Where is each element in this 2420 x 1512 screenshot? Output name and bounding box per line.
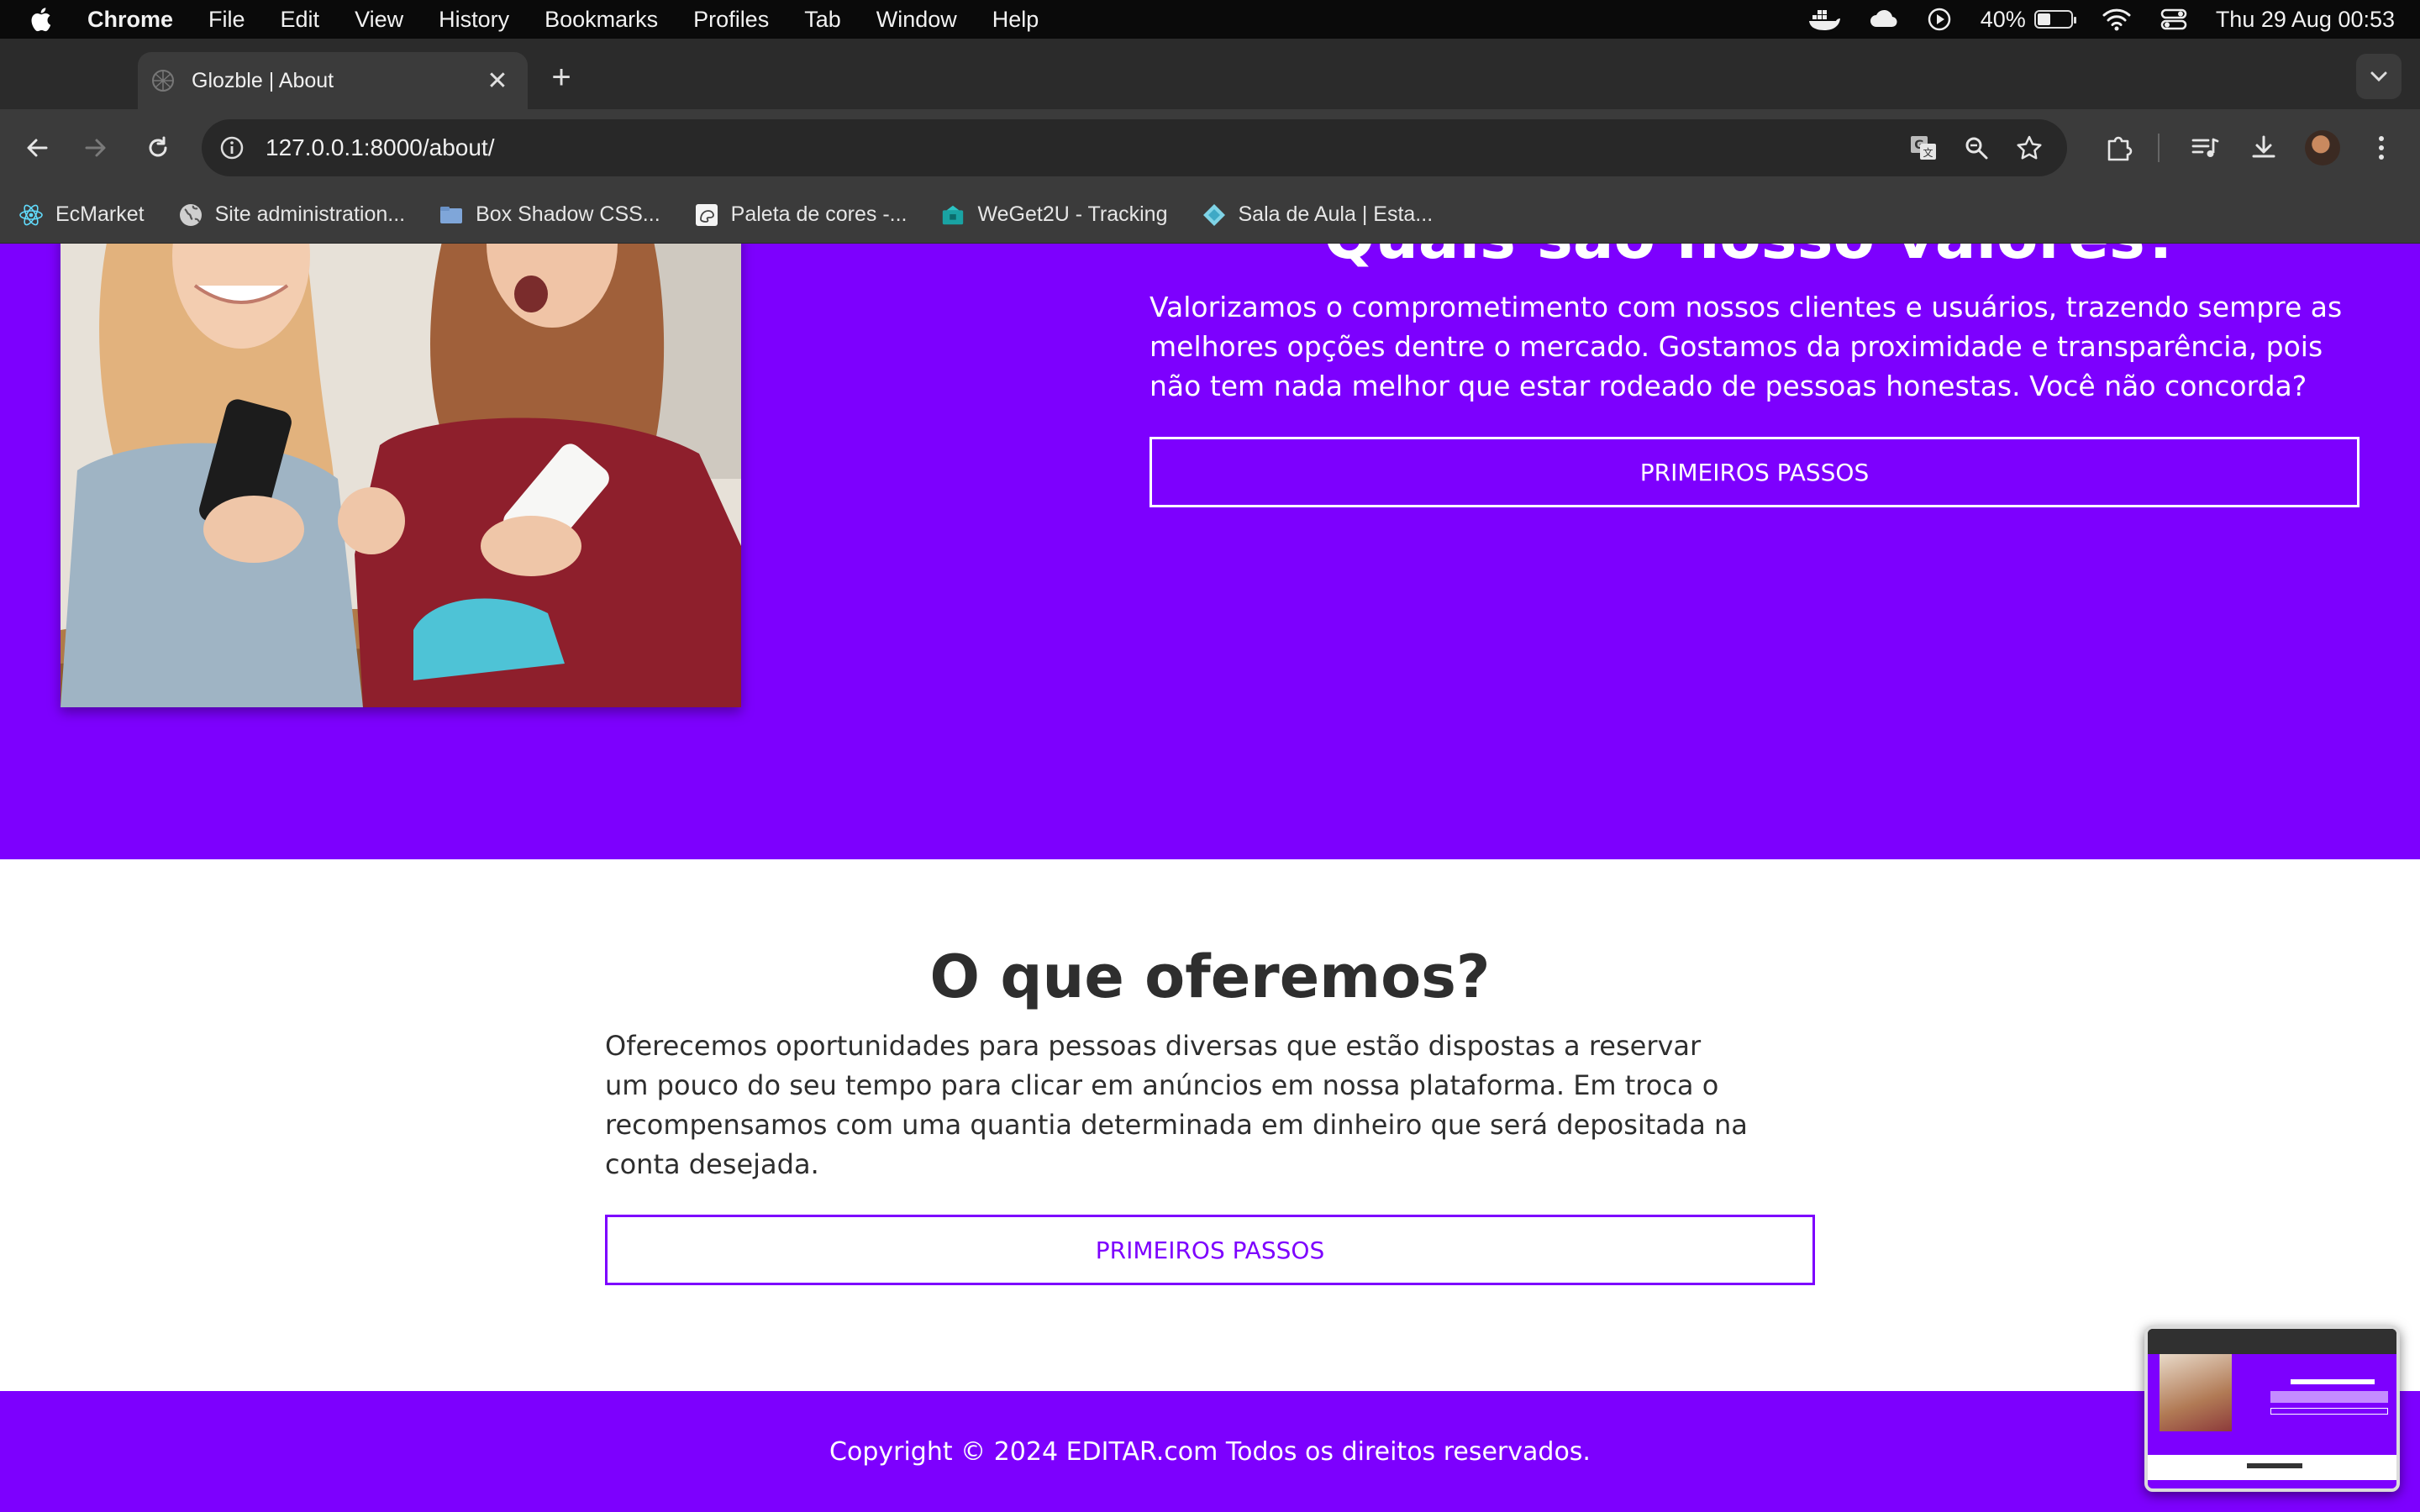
menu-help[interactable]: Help xyxy=(992,7,1039,33)
menu-edit[interactable]: Edit xyxy=(281,7,320,33)
bookmark-label: Sala de Aula | Esta... xyxy=(1238,202,1434,226)
browser-tab-strip: Glozble | About ✕ + xyxy=(0,39,2420,109)
bookmark-ecmarket[interactable]: EcMarket xyxy=(18,202,145,228)
back-arrow-icon[interactable] xyxy=(17,128,57,168)
values-primeiros-passos-button[interactable]: PRIMEIROS PASSOS xyxy=(1150,437,2360,507)
bookmark-label: WeGet2U - Tracking xyxy=(977,202,1168,226)
battery-icon[interactable] xyxy=(2033,10,2076,29)
control-center-icon[interactable] xyxy=(2160,8,2187,31)
svg-text:文: 文 xyxy=(1923,146,1933,159)
offer-description: Oferecemos oportunidades para pessoas di… xyxy=(605,1030,1748,1180)
battery-percent: 40% xyxy=(1980,6,2026,32)
docker-icon[interactable] xyxy=(1807,7,1841,32)
values-section: Quais são nosso valores? Valorizamos o c… xyxy=(0,244,2420,859)
menu-profiles[interactable]: Profiles xyxy=(693,7,769,33)
zoom-icon[interactable] xyxy=(1963,134,1990,161)
menu-app-name[interactable]: Chrome xyxy=(87,7,173,33)
forward-arrow-icon[interactable] xyxy=(76,128,116,168)
bookmark-site-administration[interactable]: Site administration... xyxy=(178,202,406,228)
bookmark-label: Site administration... xyxy=(214,202,406,226)
screenshot-preview-thumbnail[interactable] xyxy=(2144,1326,2400,1492)
bookmark-label: EcMarket xyxy=(55,202,145,226)
thumbnail-browser-chrome xyxy=(2148,1329,2396,1354)
bookmark-label: Paleta de cores -... xyxy=(730,202,908,226)
weget-icon xyxy=(940,202,965,228)
address-bar-url[interactable]: 127.0.0.1:8000/about/ xyxy=(266,134,494,161)
menu-bookmarks[interactable]: Bookmarks xyxy=(544,7,658,33)
menu-window[interactable]: Window xyxy=(876,7,957,33)
new-tab-plus-icon[interactable]: + xyxy=(544,60,578,94)
cloud-app-icon[interactable] xyxy=(1870,7,1898,32)
browser-toolbar: 127.0.0.1:8000/about/ G文 xyxy=(0,109,2420,186)
extensions-puzzle-icon[interactable] xyxy=(2099,128,2139,168)
media-controls-icon[interactable] xyxy=(2185,128,2225,168)
offer-title: O que oferemos? xyxy=(929,942,1491,1011)
apple-logo-icon[interactable] xyxy=(25,3,54,36)
footer-copyright: Copyright © 2024 EDITAR.com Todos os dir… xyxy=(829,1436,1591,1467)
two-women-phones-photo xyxy=(60,244,741,707)
address-bar[interactable]: 127.0.0.1:8000/about/ G文 xyxy=(202,119,2067,176)
thumbnail-paragraph xyxy=(2270,1391,2388,1403)
play-circle-icon[interactable] xyxy=(1927,7,1952,32)
bookmarks-bar: EcMarket Site administration... Box Shad… xyxy=(0,186,2420,244)
values-description: Valorizamos o comprometimento com nossos… xyxy=(1150,291,2343,402)
bookmark-weget2u-tracking[interactable]: WeGet2U - Tracking xyxy=(940,202,1168,228)
address-bar-actions: G文 xyxy=(1884,119,2044,176)
bookmark-label: Box Shadow CSS... xyxy=(476,202,660,226)
translate-icon[interactable]: G文 xyxy=(1909,134,1938,162)
toolbar-right-actions xyxy=(2099,109,2420,186)
react-icon xyxy=(18,202,44,228)
menu-file[interactable]: File xyxy=(208,7,245,33)
chrome-menu-kebab-icon[interactable] xyxy=(2361,128,2402,168)
site-info-icon[interactable] xyxy=(215,131,249,165)
globe-icon xyxy=(178,202,203,228)
tab-search-chevron-icon[interactable] xyxy=(2356,54,2402,99)
palette-icon xyxy=(694,202,719,228)
bookmark-sala-de-aula[interactable]: Sala de Aula | Esta... xyxy=(1202,202,1434,228)
folder-icon xyxy=(439,202,464,228)
diamond-icon xyxy=(1202,202,1227,228)
offer-primeiros-passos-button[interactable]: PRIMEIROS PASSOS xyxy=(605,1215,1815,1285)
bookmark-paleta-de-cores[interactable]: Paleta de cores -... xyxy=(694,202,908,228)
profile-avatar[interactable] xyxy=(2302,128,2343,168)
thumbnail-heading xyxy=(2291,1379,2375,1384)
menu-bar-clock[interactable]: Thu 29 Aug 00:53 xyxy=(2216,7,2395,33)
thumbnail-footer xyxy=(2148,1480,2396,1488)
menu-bar-status-area: 40% Thu 29 Aug 00:53 xyxy=(1779,0,2395,39)
wifi-icon[interactable] xyxy=(2102,8,2132,31)
macos-menu-bar: Chrome File Edit View History Bookmarks … xyxy=(0,0,2420,39)
thumbnail-photo xyxy=(2160,1354,2232,1431)
menu-tab[interactable]: Tab xyxy=(804,7,841,33)
menu-history[interactable]: History xyxy=(439,7,509,33)
tab-title: Glozble | About xyxy=(192,68,334,92)
site-footer: Copyright © 2024 EDITAR.com Todos os dir… xyxy=(0,1391,2420,1512)
downloads-icon[interactable] xyxy=(2244,128,2284,168)
bookmark-box-shadow-css[interactable]: Box Shadow CSS... xyxy=(439,202,660,228)
page-viewport: Quais são nosso valores? Valorizamos o c… xyxy=(0,244,2420,1512)
toolbar-separator xyxy=(2158,134,2160,162)
bookmark-star-icon[interactable] xyxy=(2015,134,2044,162)
reload-icon[interactable] xyxy=(138,128,178,168)
thumbnail-button xyxy=(2270,1408,2388,1415)
values-title: Quais são nosso valores? xyxy=(1143,244,2361,272)
menu-view[interactable]: View xyxy=(355,7,403,33)
tab-glozble-about[interactable]: Glozble | About ✕ xyxy=(138,52,528,109)
glozble-favicon-icon xyxy=(150,67,176,94)
tab-close-icon[interactable]: ✕ xyxy=(482,66,513,96)
thumbnail-heading-2 xyxy=(2247,1463,2302,1468)
